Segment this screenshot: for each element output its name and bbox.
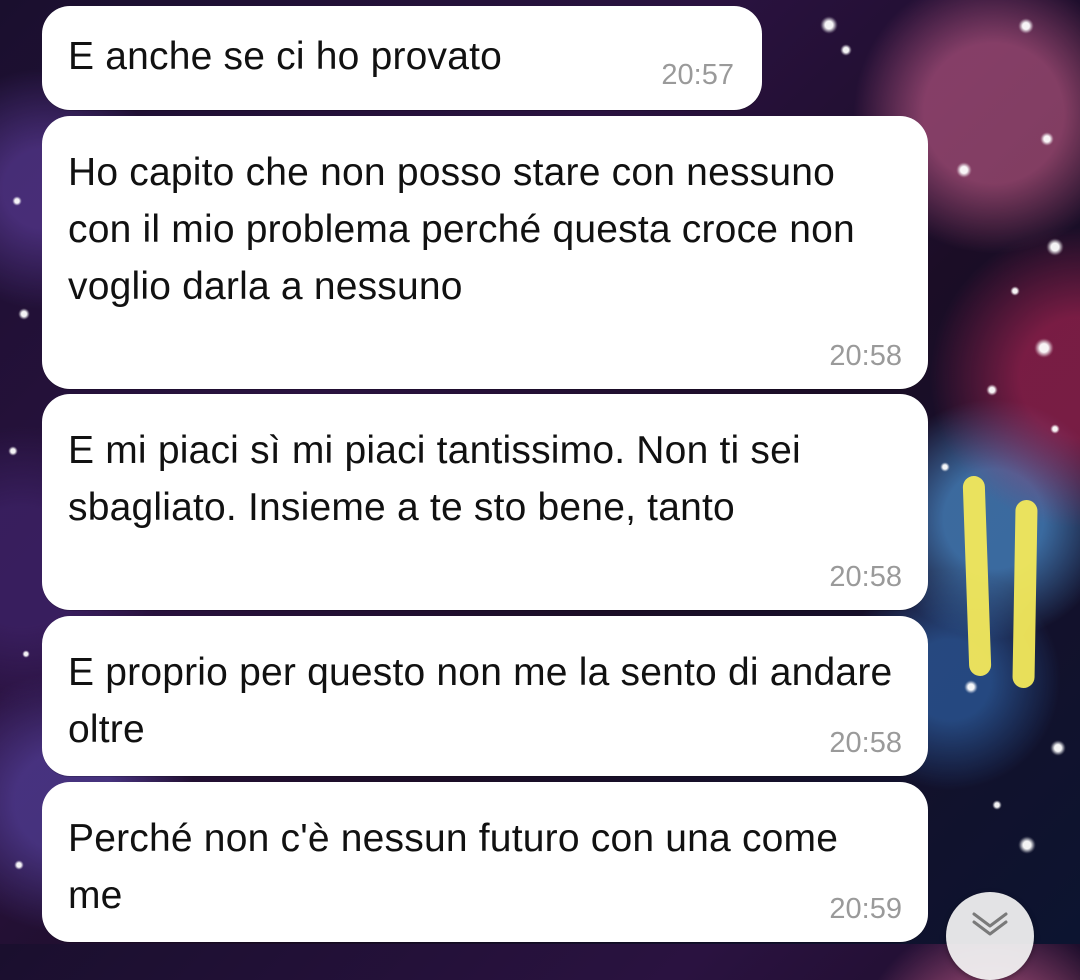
message-text: E anche se ci ho provato [68, 35, 503, 78]
message-bubble[interactable]: E proprio per questo non me la sento di … [42, 616, 928, 776]
sparkle [1010, 286, 1020, 296]
sparkle [8, 446, 18, 456]
sparkle [12, 196, 22, 206]
sparkle [18, 308, 30, 320]
sparkle [22, 650, 30, 658]
message-timestamp: 20:58 [829, 340, 902, 372]
sparkle [964, 680, 978, 694]
message-bubble[interactable]: E anche se ci ho provato 20:57 [42, 6, 762, 110]
sparkle [992, 800, 1002, 810]
message-timestamp: 20:58 [829, 727, 902, 759]
sparkle [1050, 424, 1060, 434]
sparkle [1018, 18, 1034, 34]
message-timestamp: 20:59 [829, 893, 902, 925]
highlight-marker-stroke [962, 475, 992, 677]
message-text: Perché non c'è nessun futuro con una com… [68, 817, 839, 917]
sparkle [1046, 238, 1064, 256]
sparkle [1018, 836, 1036, 854]
message-text: E proprio per questo non me la sento di … [68, 651, 893, 751]
message-bubble[interactable]: E mi piaci sì mi piaci tantissimo. Non t… [42, 394, 928, 610]
message-timestamp: 20:58 [829, 561, 902, 593]
sparkle [840, 44, 852, 56]
sparkle [1034, 338, 1054, 358]
double-chevron-down-icon [972, 912, 1008, 936]
sparkle [956, 162, 972, 178]
sparkle [986, 384, 998, 396]
message-timestamp: 20:57 [661, 59, 734, 91]
sparkle [940, 462, 950, 472]
sparkle [1040, 132, 1054, 146]
message-text: Ho capito che non posso stare con nessun… [68, 151, 855, 308]
sparkle [820, 16, 838, 34]
message-bubble[interactable]: Perché non c'è nessun futuro con una com… [42, 782, 928, 942]
scroll-to-bottom-button[interactable] [946, 892, 1034, 980]
message-text: E mi piaci sì mi piaci tantissimo. Non t… [68, 429, 801, 529]
sparkle [14, 860, 24, 870]
highlight-marker-stroke [1012, 499, 1038, 689]
sparkle [1050, 740, 1066, 756]
message-bubble[interactable]: Ho capito che non posso stare con nessun… [42, 116, 928, 389]
